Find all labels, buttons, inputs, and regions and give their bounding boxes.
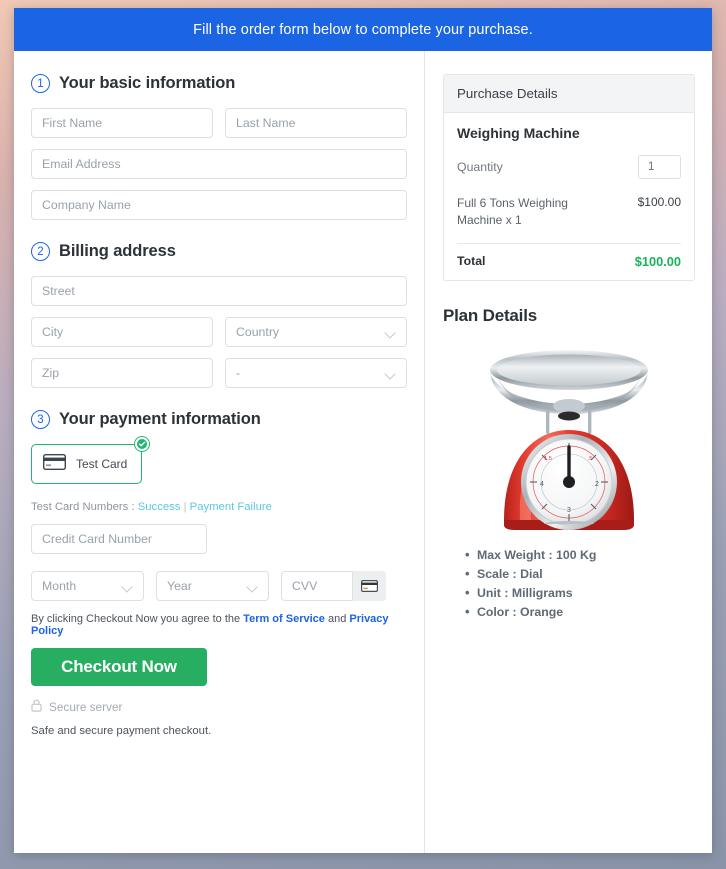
section-header-billing-address: 2 Billing address bbox=[31, 242, 407, 261]
svg-text:1.5: 1.5 bbox=[544, 456, 552, 462]
test-card-success-link[interactable]: Success bbox=[138, 501, 181, 513]
expiry-cvv-row: Month Year CVV bbox=[31, 571, 407, 601]
card-number-row: Credit Card Number bbox=[31, 524, 407, 554]
zip-input[interactable]: Zip bbox=[31, 358, 213, 388]
check-circle-icon bbox=[134, 436, 151, 452]
name-row: First Name Last Name bbox=[31, 108, 407, 138]
first-name-input[interactable]: First Name bbox=[31, 108, 213, 138]
state-select[interactable]: - bbox=[225, 358, 407, 388]
quantity-row: Quantity 1 bbox=[457, 155, 681, 179]
svg-text:2: 2 bbox=[595, 481, 599, 488]
checkout-now-button[interactable]: Checkout Now bbox=[31, 648, 207, 686]
terms-prefix: By clicking Checkout Now you agree to th… bbox=[31, 613, 241, 625]
purchase-details-header: Purchase Details bbox=[444, 75, 694, 113]
payment-method-tile[interactable]: Test Card bbox=[31, 444, 143, 484]
svg-text:3: 3 bbox=[567, 507, 571, 514]
total-row: Total $100.00 bbox=[457, 254, 681, 269]
lock-icon bbox=[31, 699, 42, 715]
payment-method-label: Test Card bbox=[76, 457, 128, 471]
expiry-month-select[interactable]: Month bbox=[31, 571, 144, 601]
quantity-label: Quantity bbox=[457, 160, 503, 174]
banner-message: Fill the order form below to complete yo… bbox=[14, 8, 712, 51]
email-input[interactable]: Email Address bbox=[31, 149, 407, 179]
terms-and: and bbox=[327, 613, 347, 625]
term-of-service-link[interactable]: Term of Service bbox=[243, 613, 325, 625]
purchase-details-card: Purchase Details Weighing Machine Quanti… bbox=[443, 74, 695, 281]
step-number-3: 3 bbox=[31, 410, 50, 429]
quantity-input[interactable]: 1 bbox=[638, 155, 681, 179]
weighing-machine-photo: 2 3 4 0 .5 1.5 bbox=[490, 349, 648, 530]
test-card-failure-link[interactable]: Payment Failure bbox=[190, 501, 272, 513]
content-columns: 1 Your basic information First Name Last… bbox=[14, 51, 712, 853]
total-amount: $100.00 bbox=[634, 253, 681, 269]
payment-method-test-card[interactable]: Test Card bbox=[31, 436, 151, 484]
purchase-details-body: Weighing Machine Quantity 1 Full 6 Tons … bbox=[444, 113, 694, 280]
credit-card-number-input[interactable]: Credit Card Number bbox=[31, 524, 207, 554]
total-label: Total bbox=[457, 253, 486, 268]
plan-details-title: Plan Details bbox=[443, 305, 537, 325]
spec-item: Scale : Dial bbox=[465, 566, 695, 581]
section-title-payment-information: Your payment information bbox=[59, 410, 261, 428]
spec-item: Color : Orange bbox=[465, 604, 695, 619]
section-title-billing-address: Billing address bbox=[59, 242, 176, 260]
section-header-payment-information: 3 Your payment information bbox=[31, 410, 407, 429]
cvv-field-group: CVV bbox=[281, 571, 386, 601]
test-card-separator: | bbox=[183, 501, 187, 513]
email-row: Email Address bbox=[31, 149, 407, 179]
checkout-page: Fill the order form below to complete yo… bbox=[14, 8, 712, 853]
city-country-row: City Country bbox=[31, 317, 407, 347]
svg-text:.5: .5 bbox=[588, 456, 593, 462]
test-card-numbers: Test Card Numbers : Success | Payment Fa… bbox=[31, 501, 407, 513]
test-card-numbers-label: Test Card Numbers : bbox=[31, 501, 135, 513]
last-name-input[interactable]: Last Name bbox=[225, 108, 407, 138]
order-form-column: 1 Your basic information First Name Last… bbox=[14, 51, 425, 853]
credit-card-icon bbox=[42, 453, 67, 475]
line-item-amount: $100.00 bbox=[637, 195, 681, 209]
secure-server-note: Secure server bbox=[31, 699, 407, 715]
section-header-basic-information: 1 Your basic information bbox=[31, 74, 407, 93]
city-input[interactable]: City bbox=[31, 317, 213, 347]
company-name-input[interactable]: Company Name bbox=[31, 190, 407, 220]
country-select[interactable]: Country bbox=[225, 317, 407, 347]
plan-specs-list: Max Weight : 100 Kg Scale : Dial Unit : … bbox=[465, 547, 695, 619]
secure-server-label: Secure server bbox=[49, 700, 123, 714]
zip-state-row: Zip - bbox=[31, 358, 407, 388]
total-divider bbox=[457, 242, 681, 244]
line-item-row: Full 6 Tons Weighing Machine x 1 $100.00 bbox=[457, 195, 681, 230]
svg-text:4: 4 bbox=[540, 481, 544, 488]
step-number-1: 1 bbox=[31, 74, 50, 93]
product-name: Weighing Machine bbox=[457, 125, 580, 141]
line-item-description: Full 6 Tons Weighing Machine x 1 bbox=[457, 196, 568, 228]
purchase-summary-column: Purchase Details Weighing Machine Quanti… bbox=[425, 51, 712, 853]
cvv-credit-card-icon bbox=[352, 571, 386, 601]
company-row: Company Name bbox=[31, 190, 407, 220]
step-number-2: 2 bbox=[31, 242, 50, 261]
street-row: Street bbox=[31, 276, 407, 306]
street-input[interactable]: Street bbox=[31, 276, 407, 306]
terms-notice: By clicking Checkout Now you agree to th… bbox=[31, 613, 407, 637]
spec-item: Unit : Milligrams bbox=[465, 585, 695, 600]
section-title-basic-information: Your basic information bbox=[59, 74, 236, 92]
safe-checkout-note: Safe and secure payment checkout. bbox=[31, 725, 212, 737]
expiry-year-select[interactable]: Year bbox=[156, 571, 269, 601]
spec-item: Max Weight : 100 Kg bbox=[465, 547, 695, 562]
